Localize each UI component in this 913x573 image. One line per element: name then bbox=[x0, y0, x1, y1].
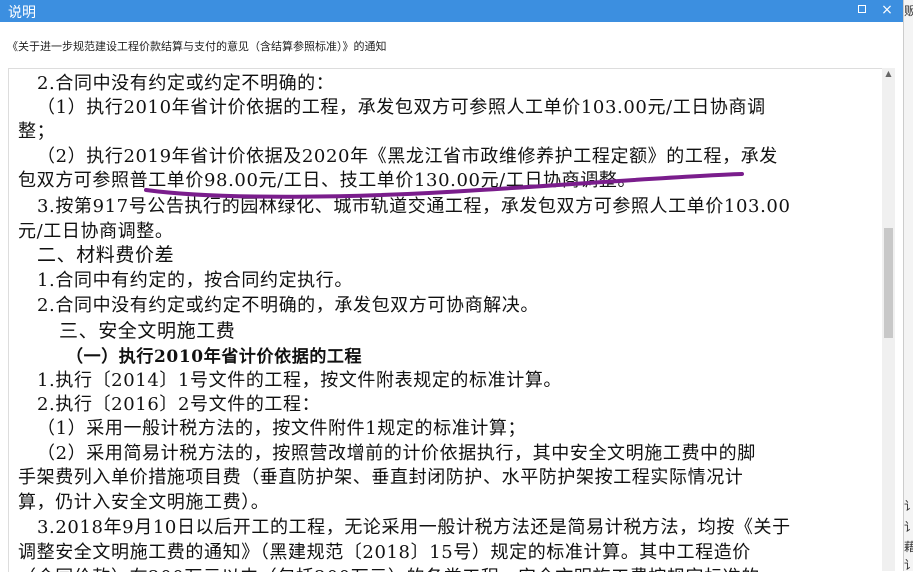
text-line: 1.执行〔2014〕1号文件的工程，按文件附表规定的标准计算。 bbox=[37, 370, 563, 391]
text-line: 1.合同中有约定的，按合同约定执行。 bbox=[37, 270, 353, 291]
scroll-up-icon[interactable]: ▲ bbox=[882, 68, 895, 80]
text-line: 2.合同中没有约定或约定不明确的，承发包双方可协商解决。 bbox=[37, 295, 539, 316]
text-line: （2）采用简易计税方法的，按照营改增前的计价依据执行，其中安全文明施工费中的脚 bbox=[37, 443, 756, 464]
text-line: 算，仍计入安全文明施工费）。 bbox=[18, 492, 270, 513]
text-line: 调整安全文明施工费的通知》（黑建规范〔2018〕15号）规定的标准计算。其中工程… bbox=[18, 542, 751, 563]
text-line: 2.合同中没有约定或约定不明确的： bbox=[37, 73, 335, 94]
section-heading: 二、材料费价差 bbox=[37, 244, 175, 266]
subsection-heading: （一）执行2010年省计价依据的工程 bbox=[66, 347, 363, 367]
text-line: 包双方可参照普工单价98.00元/工日、技工单价130.00元/工日协商调整。 bbox=[18, 170, 637, 191]
edge-char: 讠 bbox=[904, 520, 913, 534]
edge-char: 讠 bbox=[904, 499, 913, 513]
window-titlebar: 说明 × bbox=[0, 0, 913, 22]
text-line: 手架费列入单价措施项目费（垂直防护架、垂直封闭防护、水平防护架按工程实际情况计 bbox=[18, 467, 744, 488]
restore-icon[interactable] bbox=[856, 3, 870, 17]
document-content[interactable]: 2.合同中没有约定或约定不明确的： （1）执行2010年省计价依据的工程，承发包… bbox=[8, 68, 882, 572]
background-window-edge: 贩 讠 讠 藉 讠 bbox=[903, 0, 913, 572]
text-line: 2.执行〔2016〕2号文件的工程： bbox=[37, 394, 321, 415]
edge-char: 藉 bbox=[904, 540, 913, 554]
text-line: 整； bbox=[18, 121, 56, 142]
edge-char: 贩 bbox=[904, 4, 913, 18]
text-line: （1）执行2010年省计价依据的工程，承发包双方可参照人工单价103.00元/工… bbox=[37, 97, 766, 118]
edge-char: 讠 bbox=[904, 558, 913, 572]
section-heading: 三、安全文明施工费 bbox=[59, 320, 236, 342]
text-line: （2）执行2019年省计价依据及2020年《黑龙江省市政维修养护工程定额》的工程… bbox=[37, 146, 778, 167]
scroll-thumb[interactable] bbox=[884, 228, 893, 338]
vertical-scrollbar[interactable]: ▲ bbox=[882, 68, 895, 571]
close-icon[interactable]: × bbox=[880, 3, 894, 17]
window-title: 说明 bbox=[8, 5, 36, 21]
document-title: 《关于进一步规范建设工程价款结算与支付的意见（含结算参照标准）》的通知 bbox=[7, 40, 387, 53]
text-line: （1）采用一般计税方法的，按文件附件1规定的标准计算； bbox=[37, 418, 527, 439]
text-line: 3.按第917号公告执行的园林绿化、城市轨道交通工程，承发包双方可参照人工单价1… bbox=[37, 196, 791, 217]
text-line: 3.2018年9月10日以后开工的工程，无论采用一般计税方法还是简易计税方法，均… bbox=[37, 517, 791, 538]
